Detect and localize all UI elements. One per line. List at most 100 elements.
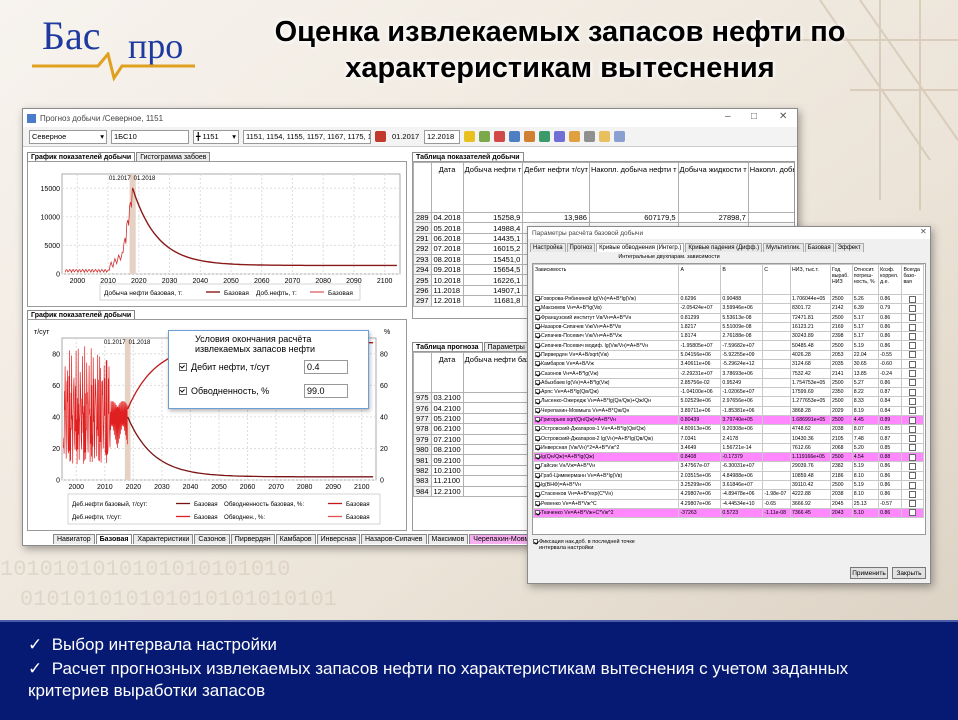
dialog-tab[interactable]: Настройка bbox=[530, 243, 566, 252]
dependency-row[interactable]: Назаров-Сипачев Vж/Vн=A+B*Vв 1.8217 5.5100… bbox=[533, 321, 924, 333]
dependency-row[interactable]: Камбаров Vн=A+B/Vж 3.40611e+06 -5.29624e+1… bbox=[533, 359, 924, 370]
dependency-checkbox[interactable] bbox=[535, 482, 540, 488]
dependency-row[interactable]: Говорова-Рябининой lg(Vн)=A+B*lg(Vж) 0.62… bbox=[533, 293, 924, 305]
field-select[interactable]: Северное ▾ bbox=[29, 129, 107, 144]
dependency-row[interactable]: Стасенков Vн=A+B*exp(C*Vн) 4.29807e+06 -4.… bbox=[533, 489, 924, 500]
trend-icon[interactable] bbox=[614, 131, 625, 142]
dialog-tab[interactable]: Кривые обводнения (Интегр.) bbox=[596, 243, 685, 252]
stratum-field[interactable]: 1БС10 bbox=[111, 129, 189, 144]
dependency-checkbox[interactable] bbox=[535, 426, 540, 432]
dependency-checkbox[interactable] bbox=[535, 398, 540, 404]
water-cut-input[interactable]: 99.0 bbox=[304, 384, 348, 398]
always-base-checkbox[interactable] bbox=[908, 407, 916, 415]
dependency-checkbox[interactable] bbox=[535, 407, 540, 413]
ruler-icon[interactable] bbox=[599, 131, 610, 142]
calendar-icon[interactable] bbox=[375, 131, 386, 142]
minimize-icon[interactable]: – bbox=[725, 111, 731, 122]
always-base-checkbox[interactable] bbox=[908, 314, 916, 322]
close-icon[interactable]: ✕ bbox=[779, 111, 787, 122]
maximize-icon[interactable]: □ bbox=[751, 111, 757, 122]
always-base-checkbox[interactable] bbox=[908, 370, 916, 378]
always-base-checkbox[interactable] bbox=[908, 481, 916, 489]
dependency-row[interactable]: Черепахин-Мовмыга Vн=A+B*Qж/Qн 3.89711e+0… bbox=[533, 405, 924, 416]
dialog-tab[interactable]: Кривые падения (Дифф.) bbox=[685, 243, 763, 252]
always-base-checkbox[interactable] bbox=[908, 444, 916, 452]
always-base-checkbox[interactable] bbox=[908, 500, 916, 508]
base-icon[interactable] bbox=[539, 131, 550, 142]
always-base-checkbox[interactable] bbox=[908, 435, 916, 443]
dependency-row[interactable]: Инверсная (Vж/Vн)^2=A+B*Vж^2 3.4649 1.5672… bbox=[533, 442, 924, 454]
date-to-field[interactable]: 12.2018 bbox=[424, 129, 460, 144]
always-base-checkbox[interactable] bbox=[908, 323, 916, 331]
dependency-checkbox[interactable] bbox=[535, 305, 540, 311]
chart-settings-icon[interactable] bbox=[479, 131, 490, 142]
dependency-row[interactable]: Григорьев sqrt(Qн/Qж)=A+B*Vн 0.80439 3.797… bbox=[533, 414, 924, 426]
method-tab[interactable]: Пирвердян bbox=[230, 534, 275, 544]
dependency-row[interactable]: lg(Qн/Qж)=A+B*lg(Qж) 0.8408 -0.17379 1.1191… bbox=[533, 452, 924, 463]
params-icon[interactable] bbox=[584, 131, 595, 142]
always-base-checkbox[interactable] bbox=[908, 360, 916, 368]
dependency-row[interactable]: Граб-Циммерманн Vн=A+B*lg(Vв) 2.03515e+06… bbox=[533, 470, 924, 481]
date-from-field[interactable]: 01.2017 bbox=[390, 130, 420, 144]
dependency-checkbox[interactable] bbox=[535, 435, 540, 441]
export-icon[interactable] bbox=[524, 131, 535, 142]
always-base-checkbox[interactable] bbox=[908, 472, 916, 480]
calc-icon[interactable] bbox=[494, 131, 505, 142]
dependency-row[interactable]: Сазонов Vн=A+B*lg(Vж) -2.29231e+07 3.78693… bbox=[533, 368, 924, 379]
method-tab[interactable]: Характеристики bbox=[133, 534, 194, 544]
dependency-row[interactable]: Гайсин Vн/Vж=A+B*Vн 3.47567e-07 -6.30031e+… bbox=[533, 461, 924, 472]
always-base-checkbox[interactable] bbox=[908, 509, 916, 517]
dependency-row[interactable]: Пирвердян Vн=A+B/sqrt(Vж) 5.04156e+06 -5.9… bbox=[533, 349, 924, 361]
well-select[interactable]: ╋ 1151 ▾ bbox=[193, 129, 239, 144]
dialog-tab[interactable]: Эффект bbox=[834, 243, 864, 252]
always-base-checkbox[interactable] bbox=[908, 304, 916, 312]
wells-list-field[interactable]: 1151, 1154, 1155, 1157, 1167, 1175, 1176… bbox=[243, 129, 371, 144]
always-base-checkbox[interactable] bbox=[908, 342, 916, 350]
dialog-tab[interactable]: Базовая bbox=[804, 243, 834, 252]
method-tab[interactable]: Назаров-Сипачев bbox=[360, 534, 427, 544]
dependency-checkbox[interactable] bbox=[535, 324, 540, 330]
dependency-checkbox[interactable] bbox=[535, 370, 540, 376]
dependency-checkbox[interactable] bbox=[535, 314, 540, 320]
always-base-checkbox[interactable] bbox=[908, 379, 916, 387]
dependency-checkbox[interactable] bbox=[535, 472, 540, 478]
dependency-row[interactable]: Островский-Джапаров-2 lg(Vн)=A+B*lg(Qв/Q… bbox=[533, 433, 924, 444]
dependency-row[interactable]: Ревенко Vн=A+B*Vж^C 4.29807e+06 -4.44534e+… bbox=[533, 498, 924, 509]
dependency-checkbox[interactable] bbox=[535, 389, 540, 395]
method-tab[interactable]: Базовая bbox=[95, 534, 133, 544]
always-base-checkbox[interactable] bbox=[908, 462, 916, 470]
dependency-checkbox[interactable] bbox=[535, 491, 540, 497]
dependency-checkbox[interactable] bbox=[535, 454, 540, 460]
dependency-row[interactable]: Сипачев-Посевич модиф. lg(Vж/Vн)=A+B*Vн -… bbox=[533, 340, 924, 351]
always-base-checkbox[interactable] bbox=[908, 490, 916, 498]
dependency-checkbox[interactable] bbox=[535, 361, 540, 367]
always-base-checkbox[interactable] bbox=[908, 425, 916, 433]
dependency-row[interactable]: Максимов Vн=A+B*lg(Vв) -2.05424e+07 3.5994… bbox=[533, 303, 924, 314]
dependency-row[interactable]: Островский-Джапаров-1 Vн=A+B*lg(Qв/Qж) 4.… bbox=[533, 424, 924, 435]
dependency-checkbox[interactable] bbox=[535, 463, 540, 469]
always-base-checkbox[interactable] bbox=[908, 295, 916, 303]
method-tab[interactable]: Инверсная bbox=[316, 534, 360, 544]
always-base-checkbox[interactable] bbox=[908, 397, 916, 405]
dialog-tab[interactable]: Мультиплик. bbox=[763, 243, 804, 252]
dependency-row[interactable]: Лысенко-Ожередж Vн=A+B*lg(Qн/Qж)+Qж/Qн 5.… bbox=[533, 396, 924, 407]
always-base-checkbox[interactable] bbox=[908, 332, 916, 340]
dependency-checkbox[interactable] bbox=[535, 500, 540, 506]
dependency-checkbox[interactable] bbox=[535, 352, 540, 358]
apply-button[interactable]: Применить bbox=[850, 567, 888, 579]
always-base-checkbox[interactable] bbox=[908, 351, 916, 359]
method-tab[interactable]: Максимов bbox=[427, 534, 469, 544]
dependency-row[interactable]: lg(ВНФ)=A+B*Vн 3.25299e+06 3.61846e+07 3911… bbox=[533, 479, 924, 491]
dependency-checkbox[interactable] bbox=[535, 417, 540, 423]
lightning-icon[interactable] bbox=[464, 131, 475, 142]
oil-rate-checkbox[interactable] bbox=[179, 363, 187, 371]
dependency-row[interactable]: Арпс Vн=A+B*lg(Qв/Qж) -1.04100e+06 -1.0206… bbox=[533, 386, 924, 398]
sigma-icon[interactable] bbox=[569, 131, 580, 142]
dependency-row[interactable]: Абызбаев lg(Vн)=A+B*lg(Vж) 2.85756e-02 0.9… bbox=[533, 377, 924, 388]
always-base-checkbox[interactable] bbox=[908, 416, 916, 424]
dependency-checkbox[interactable] bbox=[535, 333, 540, 339]
dialog-close-icon[interactable]: ✕ bbox=[920, 227, 927, 236]
always-base-checkbox[interactable] bbox=[908, 388, 916, 396]
dependency-checkbox[interactable] bbox=[535, 342, 540, 348]
water-cut-checkbox[interactable] bbox=[179, 387, 187, 395]
